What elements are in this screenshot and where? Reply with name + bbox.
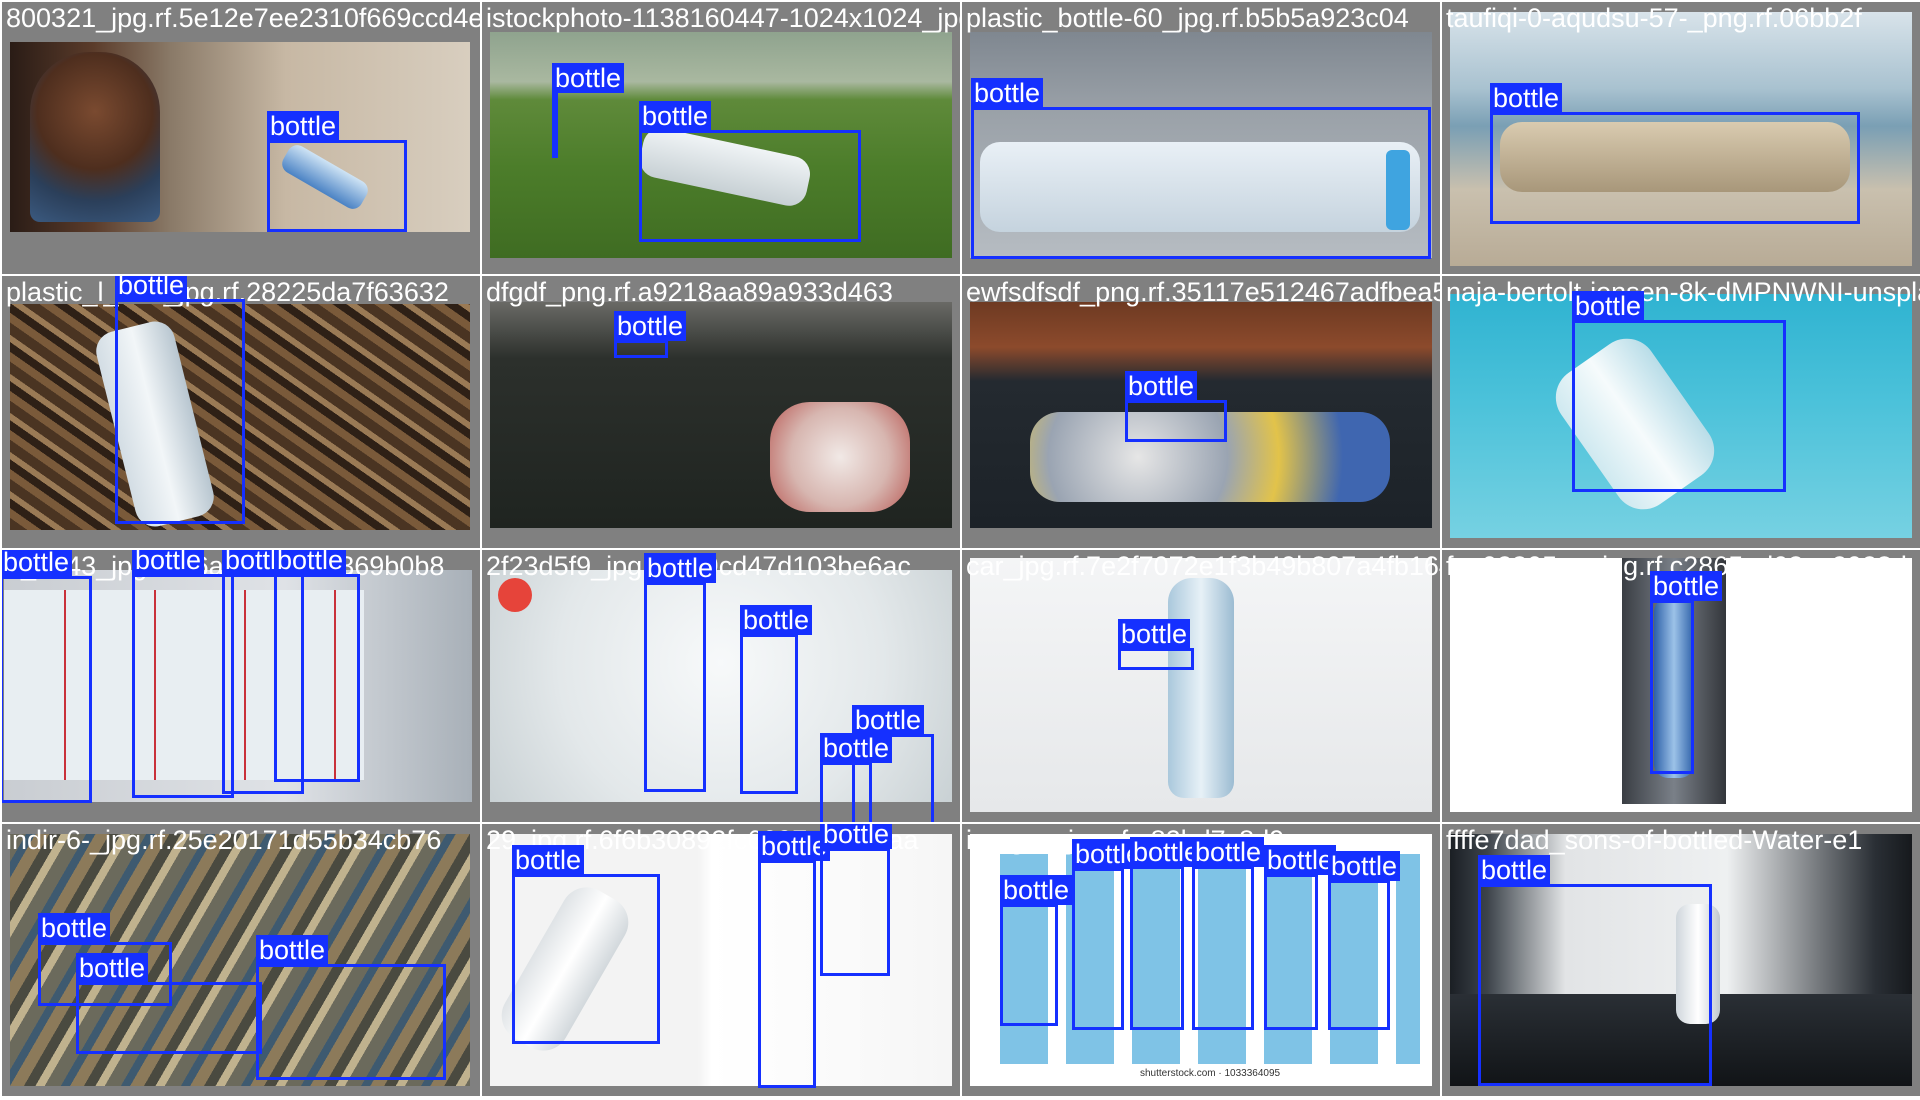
trash-bag-shape xyxy=(770,402,910,512)
bbox-label: bottle xyxy=(2,550,73,577)
bbox-label: bottle xyxy=(639,101,712,131)
person-shape xyxy=(30,52,160,222)
bbox-label: bottle xyxy=(552,63,625,93)
image-tile: plastic_l_559_jpg.rf.28225da7f63632 bott… xyxy=(2,276,480,548)
bbox-bottle: bottle xyxy=(614,311,687,358)
bbox-label: bottle xyxy=(132,550,205,575)
bbox-label: bottle xyxy=(1328,851,1401,881)
bbox-bottle: bottle xyxy=(1264,845,1337,1030)
bbox-label: bottle xyxy=(1125,371,1198,401)
bbox-label: bottle xyxy=(820,824,893,849)
logo-icon xyxy=(498,578,532,612)
bbox-label: bottle xyxy=(512,845,585,875)
bbox-label: bottle xyxy=(256,935,329,965)
bbox-bottle: bottle xyxy=(820,733,893,822)
bbox-label: bottle xyxy=(1000,875,1073,905)
bbox-label: bottle xyxy=(1572,291,1645,321)
bbox-label: bottle xyxy=(614,311,687,341)
image-tile: shutterstock.com · 1033364095 images_jpg… xyxy=(962,824,1440,1096)
bbox-bottle: bottle xyxy=(1192,837,1265,1030)
image-tile: naja-bertolt-jensen-8k-dMPNWNI-unspla bo… xyxy=(1442,276,1920,548)
tile-filename: 800321_jpg.rf.5e12e7ee2310f669ccd4e3b8d xyxy=(6,3,480,33)
bbox-bottle: bottle xyxy=(758,831,831,1088)
bbox-bottle: bottle xyxy=(552,63,625,158)
image-tile: tt_0443_jpg.rf.96ac8af26cfc369b0b8 bottl… xyxy=(2,550,480,822)
bbox-bottle: bottle xyxy=(132,550,234,798)
bbox-bottle: bottle xyxy=(2,550,92,803)
image-tile: ewfsdfsdf_png.rf.35117e512467adfbea5ba b… xyxy=(962,276,1440,548)
bbox-bottle: bottle xyxy=(971,78,1431,259)
bbox-label: bottle xyxy=(1264,845,1337,875)
bbox-bottle: bottle xyxy=(512,845,660,1044)
bbox-bottle: bottle xyxy=(1000,875,1073,1026)
bbox-bottle: bottle xyxy=(1328,851,1401,1030)
tile-filename: plastic_bottle-60_jpg.rf.b5b5a923c04 xyxy=(966,3,1409,33)
detection-mosaic: 800321_jpg.rf.5e12e7ee2310f669ccd4e3b8d … xyxy=(0,0,1920,1100)
bbox-bottle: bottle xyxy=(1478,855,1712,1086)
image-tile: dfgdf_png.rf.a9218aa89a933d463 bottle xyxy=(482,276,960,548)
bbox-label: bottle xyxy=(852,705,925,735)
bbox-bottle: bottle xyxy=(740,605,813,794)
bbox-label: bottle xyxy=(38,913,111,943)
image-tile: plastic_bottle-60_jpg.rf.b5b5a923c04 bot… xyxy=(962,2,1440,274)
bbox-bottle: bottle xyxy=(1125,371,1227,442)
tile-filename: istockphoto-1138160447-1024x1024_jpg xyxy=(486,3,960,33)
bbox-bottle: bottle xyxy=(115,276,245,524)
image-tile: car_jpg.rf.7e2f7072e1f3b49b807a4fb164b8d… xyxy=(962,550,1440,822)
bbox-bottle: bottle xyxy=(820,824,893,976)
bbox-bottle: bottle xyxy=(1572,291,1786,492)
bbox-bottle: bottle xyxy=(267,111,407,232)
bbox-label: bottle xyxy=(274,550,347,575)
bbox-bottle: bottle xyxy=(644,553,717,792)
bbox-label: bottle xyxy=(267,111,340,141)
bbox-bottle: bottle xyxy=(76,953,262,1054)
photo-litter-on-conveyor xyxy=(490,302,952,528)
bbox-label: bottle xyxy=(1192,837,1265,867)
image-tile: taufiqi-0-aqudsu-57-_png.rf.06bb2f bottl… xyxy=(1442,2,1920,274)
photo-single-bottle xyxy=(970,558,1432,812)
bbox-bottle: bottle xyxy=(639,101,861,242)
bbox-bottle: bottle xyxy=(274,550,360,782)
bbox-label: bottle xyxy=(820,733,893,763)
bbox-label: bottle xyxy=(76,953,149,983)
bbox-label: bottle xyxy=(1478,855,1551,885)
bbox-bottle: bottle xyxy=(1072,839,1145,1030)
bbox-label: bottle xyxy=(971,78,1044,108)
image-tile: 800321_jpg.rf.5e12e7ee2310f669ccd4e3b8d … xyxy=(2,2,480,274)
bbox-label: bottle xyxy=(1118,619,1191,649)
image-tile: 29_jpg.rf.6f6b30892fc6097efdcd8aa bottle… xyxy=(482,824,960,1096)
bbox-label: bottle xyxy=(644,553,717,583)
bbox-label: bottle xyxy=(1650,571,1723,601)
bbox-bottle: bottle xyxy=(1130,837,1203,1030)
bbox-bottle: bottle xyxy=(1490,83,1860,224)
image-tile: istockphoto-1138160447-1024x1024_jpg bot… xyxy=(482,2,960,274)
bbox-bottle: bottle xyxy=(256,935,446,1080)
bbox-bottle: bottle xyxy=(1650,571,1723,774)
image-tile: indir-6-_jpg.rf.25e20171d55b34cb76 bottl… xyxy=(2,824,480,1096)
image-tile: ffffe7dad_sons-of-bottled-Water-e1 bottl… xyxy=(1442,824,1920,1096)
bbox-label: bottle xyxy=(1490,83,1563,113)
bottle-shape xyxy=(1168,578,1234,798)
bbox-bottle: bottle xyxy=(1118,619,1194,670)
bbox-label: bottle xyxy=(740,605,813,635)
image-tile: fca02305_a_jpg.rf.c2865ad03ce2028d bottl… xyxy=(1442,550,1920,822)
watermark-text: shutterstock.com · 1033364095 xyxy=(1140,1068,1281,1079)
image-tile: 2f23d5f9_jpg.rf.149cd47d103be6ac bottle … xyxy=(482,550,960,822)
bbox-label: bottle xyxy=(115,276,188,300)
